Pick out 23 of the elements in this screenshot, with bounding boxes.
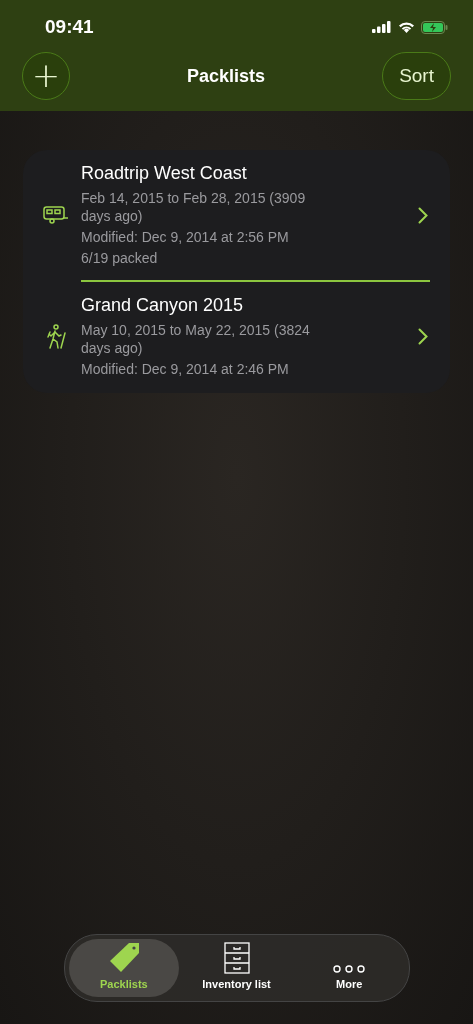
modified-date: Modified: Dec 9, 2014 at 2:46 PM: [81, 360, 290, 378]
modified-date: Modified: Dec 9, 2014 at 2:56 PM: [81, 228, 290, 246]
signal-icon: [372, 21, 392, 33]
hiker-icon: [46, 323, 66, 350]
date-range: May 10, 2015 to May 22, 2015 (3824 days ago): [81, 321, 311, 357]
sort-button[interactable]: Sort: [382, 52, 451, 100]
battery-icon: [421, 20, 448, 34]
chevron-icon[interactable]: [418, 328, 428, 345]
packlist-title[interactable]: Roadtrip West Coast: [81, 163, 326, 184]
nav-title: Packlists: [187, 65, 266, 87]
status-time: 09:41: [45, 16, 94, 38]
packlist-title[interactable]: Grand Canyon 2015: [81, 295, 326, 316]
tab[interactable]: Packlists: [68, 939, 180, 997]
camper-trailer-icon: [43, 206, 69, 224]
more-icon: [332, 964, 367, 974]
tab[interactable]: Inventory list: [181, 939, 292, 997]
chevron-icon[interactable]: [418, 206, 428, 224]
packed-count: 6/19 packed: [81, 249, 159, 267]
wifi-icon: [398, 21, 415, 33]
tab[interactable]: More: [293, 939, 405, 997]
drawers-icon: [223, 942, 250, 974]
add-button[interactable]: +: [22, 52, 70, 100]
date-range: Feb 14, 2015 to Feb 28, 2015 (3909 days ago): [81, 189, 307, 225]
